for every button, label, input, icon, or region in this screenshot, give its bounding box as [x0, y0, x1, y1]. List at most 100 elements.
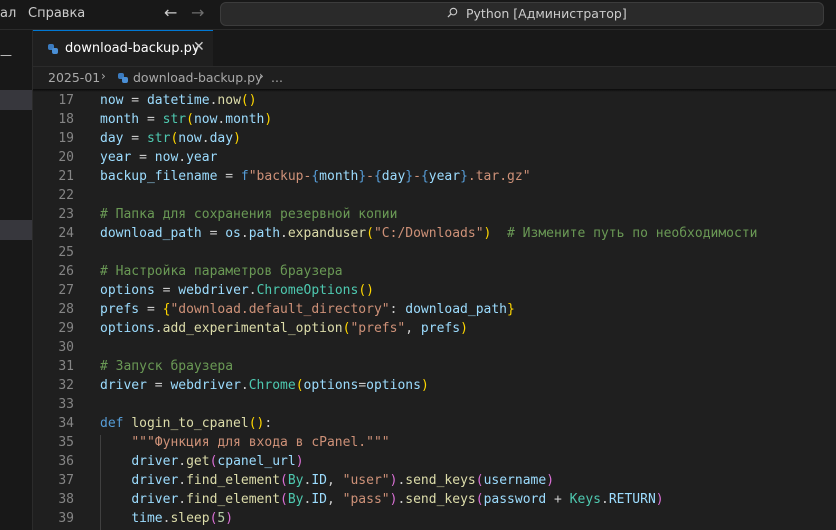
code-line[interactable]: 38 driver.find_element(By.ID, "pass").se…	[33, 490, 836, 509]
sidebar-selected-item[interactable]	[0, 220, 32, 240]
code-line[interactable]: 19 day = str(now.day)	[33, 129, 836, 148]
code-token: .	[154, 321, 163, 336]
command-center-search[interactable]: Python [Администратор]	[220, 2, 824, 26]
code-token: "pass"	[342, 492, 390, 507]
line-number: 34	[58, 416, 74, 431]
code-token: now	[217, 93, 241, 108]
code-token: (	[295, 378, 304, 393]
code-token: By	[287, 473, 304, 488]
code-token: =	[154, 283, 179, 298]
code-line[interactable]: 18 month = str(now.month)	[33, 110, 836, 129]
code-line[interactable]: 32 driver = webdriver.Chrome(options=opti…	[33, 376, 836, 395]
code-token: =	[217, 169, 241, 184]
line-number: 19	[58, 131, 74, 146]
code-line[interactable]: 33	[33, 395, 836, 414]
title-bar: ал Справка ← → Python [Администратор]	[0, 0, 836, 30]
close-icon[interactable]: ✕	[193, 39, 205, 55]
code-token: # Папка для сохранения резервной копии	[100, 207, 398, 222]
code-token: )	[460, 321, 468, 336]
code-token: .	[178, 150, 187, 165]
code-token: (	[475, 473, 484, 488]
code-token: ()	[240, 93, 257, 108]
code-line[interactable]: 17 now = datetime.now()	[33, 91, 836, 110]
code-token: options	[366, 378, 421, 393]
menu-item-help[interactable]: Справка	[28, 6, 85, 21]
code-line[interactable]: 39 time.sleep(5)	[33, 509, 836, 528]
code-token: ,	[405, 321, 421, 336]
code-token: .tar.gz"	[467, 169, 531, 184]
code-line[interactable]: 27 options = webdriver.ChromeOptions()	[33, 281, 836, 300]
menu-item-file[interactable]: ал	[0, 6, 16, 21]
code-token: options	[100, 283, 155, 298]
line-number: 31	[58, 359, 74, 374]
code-line[interactable]: 24 download_path = os.path.expanduser("C:…	[33, 224, 836, 243]
code-token: str	[162, 112, 187, 127]
arrow-right-icon[interactable]: →	[191, 3, 204, 22]
code-token: options	[303, 378, 359, 393]
code-token: =	[146, 378, 171, 393]
chevron-right-icon: ›	[101, 69, 106, 83]
code-token: =	[201, 226, 226, 241]
line-number: 23	[58, 207, 74, 222]
code-line[interactable]: 20 year = now.year	[33, 148, 836, 167]
code-token: .	[178, 492, 187, 507]
code-token: "C:/Downloads"	[373, 226, 484, 241]
code-token: }	[358, 169, 367, 184]
code-token: day	[209, 131, 234, 146]
code-token: cpanel_url	[217, 454, 296, 469]
code-line[interactable]: 30	[33, 338, 836, 357]
code-token: :	[389, 302, 406, 317]
code-token: sleep	[170, 511, 210, 526]
code-line[interactable]: 35 """Функция для входа в cPanel."""	[33, 433, 836, 452]
code-token: driver	[131, 454, 179, 469]
arrow-left-icon[interactable]: ←	[164, 3, 177, 22]
tab-download-backup[interactable]: download-backup.py ✕	[33, 30, 213, 66]
code-token: (	[186, 112, 194, 127]
code-line[interactable]: 37 driver.find_element(By.ID, "user").se…	[33, 471, 836, 490]
code-line[interactable]: 31 # Запуск браузера	[33, 357, 836, 376]
code-text: options = webdriver.ChromeOptions()	[100, 281, 374, 300]
breadcrumb-file[interactable]: download-backup.py	[133, 70, 262, 85]
line-number: 29	[58, 321, 74, 336]
code-token: )	[295, 454, 304, 469]
code-line[interactable]: 23 # Папка для сохранения резервной копии	[33, 205, 836, 224]
code-token: By	[287, 492, 304, 507]
code-token: os	[225, 226, 241, 241]
code-line[interactable]: 29 options.add_experimental_option("prefs…	[33, 319, 836, 338]
code-line[interactable]: 34 def login_to_cpanel():	[33, 414, 836, 433]
code-token: "prefs"	[350, 321, 406, 336]
code-line[interactable]: 26 # Настройка параметров браузера	[33, 262, 836, 281]
line-number: 32	[58, 378, 74, 393]
code-token: ID	[311, 492, 327, 507]
code-token: ,	[327, 473, 343, 488]
line-number: 25	[58, 245, 74, 260]
code-token: =	[123, 93, 147, 108]
breadcrumb-folder[interactable]: 2025-01	[48, 70, 100, 85]
code-line[interactable]: 25	[33, 243, 836, 262]
line-number: 35	[58, 435, 74, 450]
sidebar-menu-icon[interactable]: —	[0, 48, 12, 62]
code-token: now	[178, 131, 202, 146]
code-line[interactable]: 36 driver.get(cpanel_url)	[33, 452, 836, 471]
line-number: 28	[58, 302, 74, 317]
code-token: :	[264, 416, 273, 431]
code-token: Chrome	[248, 378, 296, 393]
code-line[interactable]: 22	[33, 186, 836, 205]
code-token: Keys	[569, 492, 601, 507]
code-editor[interactable]: 17 now = datetime.now() 18 month = str(now.…	[33, 89, 836, 530]
breadcrumb-more[interactable]: ...	[271, 70, 283, 85]
code-token: driver	[100, 378, 147, 393]
line-number: 17	[58, 93, 74, 108]
code-line[interactable]: 28 prefs = {"download.default_directory":…	[33, 300, 836, 319]
code-token: }	[405, 169, 414, 184]
line-number: 36	[58, 454, 74, 469]
code-token: download_path	[100, 226, 202, 241]
code-line[interactable]: 21 backup_filename = f"backup-{month}-{da…	[33, 167, 836, 186]
code-token: year	[186, 150, 218, 165]
code-token: }	[507, 302, 515, 317]
code-token: {	[420, 169, 429, 184]
sidebar-selected-item[interactable]	[0, 90, 32, 110]
code-token: =	[139, 302, 163, 317]
